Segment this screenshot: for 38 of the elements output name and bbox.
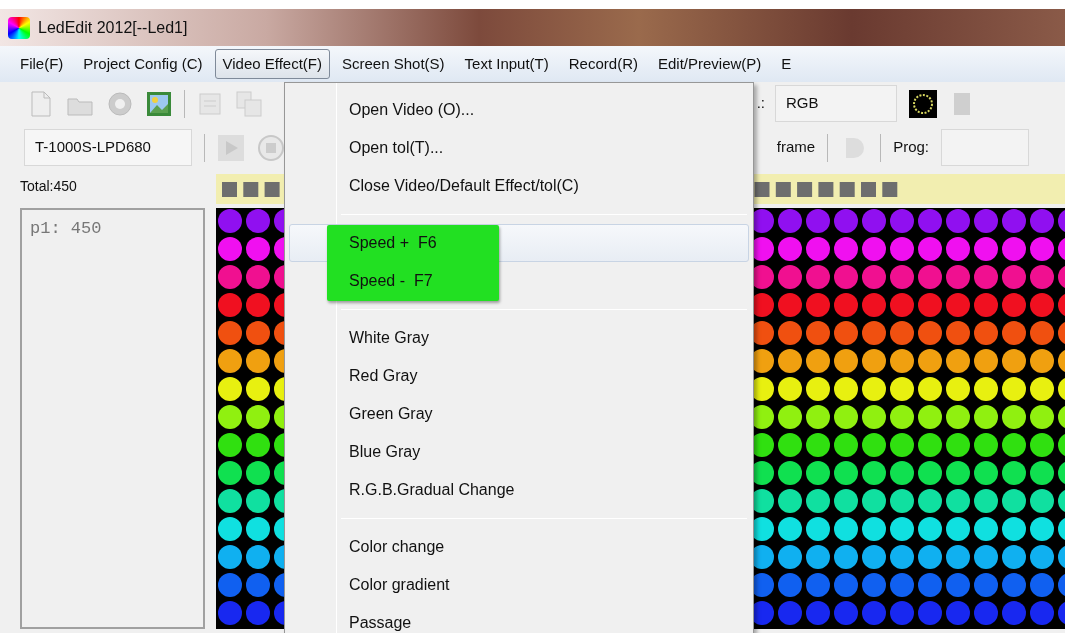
field-label: .: bbox=[756, 93, 765, 114]
field-label: Prog: bbox=[893, 137, 929, 158]
menu-item[interactable]: Video Effect(F) bbox=[214, 48, 331, 80]
play-icon[interactable] bbox=[217, 133, 245, 162]
new-document-icon[interactable] bbox=[28, 89, 54, 118]
menu-item[interactable]: Open tol(T)... bbox=[289, 129, 749, 167]
pixel-list-field[interactable]: p1: 450 bbox=[20, 208, 205, 629]
menu-item[interactable]: Color gradient bbox=[289, 566, 749, 604]
gear-icon[interactable] bbox=[106, 89, 134, 118]
menu-item[interactable]: Green Gray bbox=[289, 395, 749, 433]
menu-item[interactable]: Edit/Preview(P) bbox=[649, 48, 770, 80]
menu-item[interactable]: R.G.B.Gradual Change bbox=[289, 471, 749, 509]
menu-item[interactable]: Color change bbox=[289, 528, 749, 566]
total-label: Total:450 bbox=[19, 177, 78, 196]
menu-item[interactable]: Record(R) bbox=[560, 48, 646, 80]
menu-item[interactable]: File(F) bbox=[12, 48, 72, 80]
prog-field[interactable] bbox=[941, 129, 1029, 166]
stop-icon[interactable] bbox=[257, 133, 285, 162]
controller-combo[interactable]: T-1000S-LPD680 bbox=[24, 129, 192, 166]
window-title: LedEdit 2012[--Led1] bbox=[38, 17, 188, 38]
menu-item[interactable]: E bbox=[773, 48, 800, 80]
copy-icon[interactable] bbox=[235, 89, 263, 118]
app-logo-icon bbox=[8, 16, 30, 39]
menu-item[interactable]: Speed - F7 bbox=[289, 262, 749, 300]
menu-item[interactable]: Text Input(T) bbox=[456, 48, 557, 80]
menu-item[interactable]: White Gray bbox=[289, 319, 749, 357]
menu-item[interactable]: Screen Shot(S) bbox=[334, 48, 453, 80]
menu-item[interactable]: Project Config (C) bbox=[75, 48, 211, 80]
field-label: frame bbox=[776, 137, 816, 158]
menu-item[interactable]: Close Video/Default Effect/tol(C) bbox=[289, 167, 749, 205]
picture-icon[interactable] bbox=[146, 90, 172, 117]
document-icon[interactable] bbox=[197, 90, 223, 117]
menu-item[interactable]: Passage bbox=[289, 604, 749, 633]
menu-item[interactable]: Red Gray bbox=[289, 357, 749, 395]
color-mode-field[interactable]: RGB bbox=[775, 85, 897, 122]
menu-item[interactable]: Blue Gray bbox=[289, 433, 749, 471]
ring-icon[interactable] bbox=[909, 89, 937, 118]
menu-item[interactable]: Open Video (O)... bbox=[289, 91, 749, 129]
